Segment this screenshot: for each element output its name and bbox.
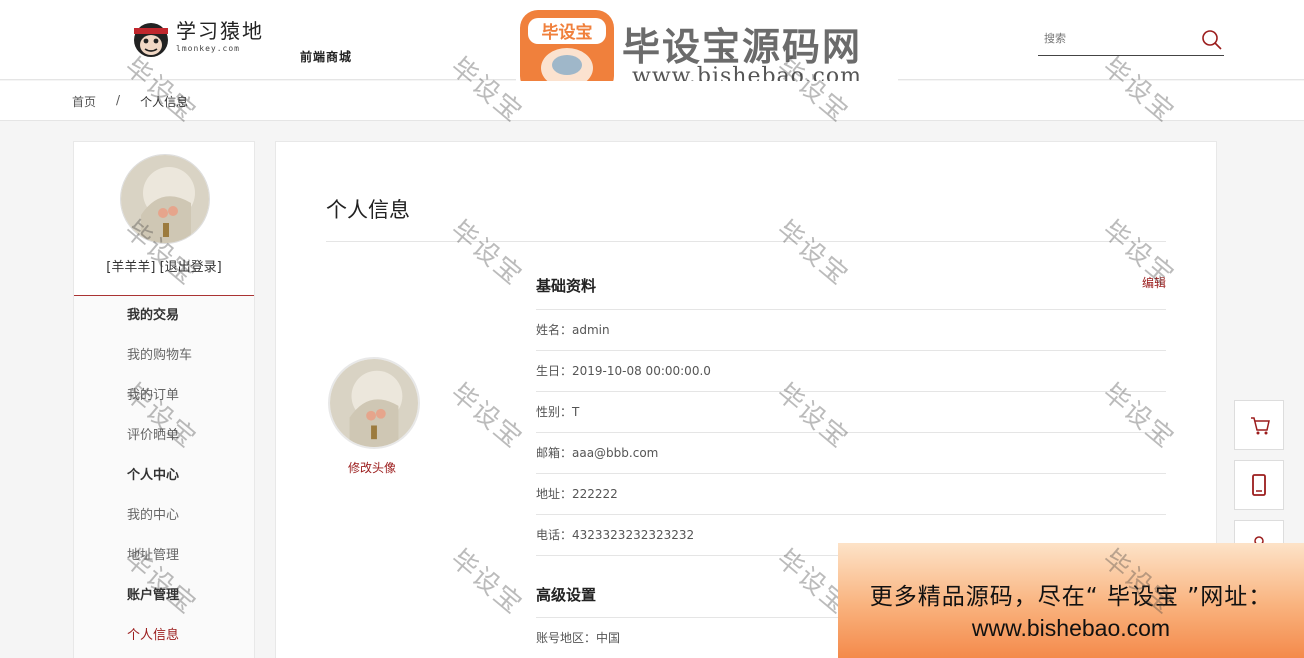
info-row-email: 邮箱：aaa@bbb.com (536, 433, 1166, 474)
breadcrumb-separator: / (116, 93, 121, 107)
sidebar-profile: [羊羊羊] [退出登录] (74, 142, 254, 296)
sidebar-item-reviews[interactable]: 评价晒单 (74, 428, 254, 468)
sidebar-avatar[interactable] (120, 154, 210, 244)
promo-banner[interactable]: 更多精品源码，尽在“ 毕设宝 ”网址： www.bishebao.com (838, 543, 1304, 658)
sidebar-item-profile[interactable]: 个人信息 (74, 628, 254, 658)
edit-button[interactable]: 编辑 (1142, 274, 1166, 291)
search-box (1038, 24, 1224, 56)
site-logo[interactable]: 学习猿地 lmonkey.com (130, 18, 264, 62)
breadcrumb-bar: 首页 / 个人信息 (0, 81, 1304, 121)
sidebar-item-cart[interactable]: 我的购物车 (74, 348, 254, 388)
basic-info-header: 基础资料 编辑 (536, 262, 1166, 310)
page-title: 个人信息 (326, 198, 410, 222)
svg-text:毕设宝: 毕设宝 (542, 22, 593, 43)
sidebar-user-line: [羊羊羊] [退出登录] (74, 256, 254, 275)
sidebar-username[interactable]: [羊羊羊] (106, 260, 155, 275)
search-input[interactable] (1044, 32, 1194, 45)
info-row-gender: 性别：T (536, 392, 1166, 433)
brand-title: 毕设宝源码网 (622, 25, 863, 69)
logo-subtitle: 前端商城 (300, 50, 353, 64)
menu-group-account: 账户管理 (127, 588, 180, 603)
profile-avatar[interactable] (328, 357, 420, 449)
advanced-settings-title: 高级设置 (536, 586, 597, 604)
change-avatar-link[interactable]: 修改头像 (348, 459, 396, 476)
promo-line-1: 更多精品源码，尽在“ 毕设宝 ”网址： (869, 584, 1273, 610)
logo-en-text: lmonkey.com (176, 44, 240, 53)
title-divider (326, 241, 1166, 242)
info-row-birthday: 生日：2019-10-08 00:00:00.0 (536, 351, 1166, 392)
sidebar-menu: 我的交易 我的购物车 我的订单 评价晒单 个人中心 我的中心 地址管理 账户管理… (74, 296, 254, 658)
promo-line-2: www.bishebao.com (971, 615, 1171, 641)
basic-info-title: 基础资料 (536, 277, 597, 295)
info-row-address: 地址：222222 (536, 474, 1166, 515)
breadcrumb-current: 个人信息 (140, 95, 189, 109)
menu-group-trade: 我的交易 (127, 308, 180, 323)
logout-link[interactable]: [退出登录] (160, 260, 222, 275)
breadcrumb-home-link[interactable]: 首页 (72, 93, 96, 110)
info-row-name: 姓名：admin (536, 310, 1166, 351)
float-cart-button[interactable] (1234, 400, 1284, 450)
site-header: 学习猿地 lmonkey.com 前端商城 毕设宝 毕设宝源码网 www.bis… (0, 0, 1304, 98)
logo-cn-text: 学习猿地 (176, 19, 264, 43)
sidebar-item-address[interactable]: 地址管理 (74, 548, 254, 588)
search-icon[interactable] (1200, 28, 1224, 52)
cart-icon (1251, 417, 1270, 435)
float-mobile-button[interactable] (1234, 460, 1284, 510)
monkey-logo-icon (130, 18, 172, 60)
breadcrumb: 首页 / 个人信息 (72, 93, 188, 110)
sidebar-item-orders[interactable]: 我的订单 (74, 388, 254, 428)
account-sidebar: [羊羊羊] [退出登录] 我的交易 我的购物车 我的订单 评价晒单 个人中心 我… (73, 141, 255, 658)
sidebar-item-my-center[interactable]: 我的中心 (74, 508, 254, 548)
menu-group-personal: 个人中心 (127, 468, 180, 483)
mobile-icon (1252, 474, 1266, 496)
